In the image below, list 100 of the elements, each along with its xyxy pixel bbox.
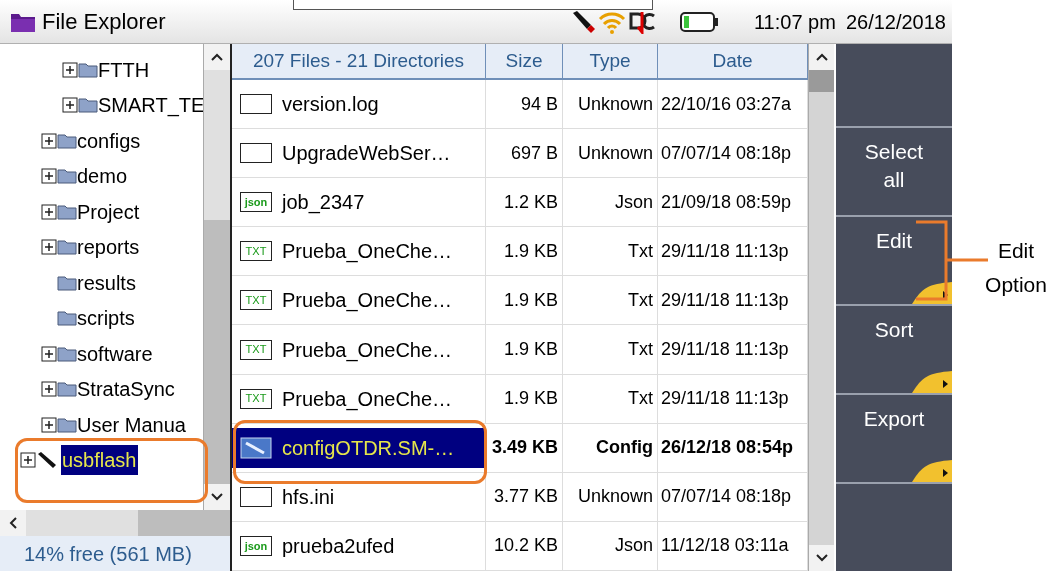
file-row[interactable]: TXT Prueba_OneChe… 1.9 KB Txt 29/11/18 11:13p bbox=[232, 276, 808, 326]
file-type: Unknown bbox=[563, 129, 658, 178]
file-row[interactable]: json job_2347 1.2 KB Json 21/09/18 08:59p bbox=[232, 178, 808, 228]
clock-date: 26/12/2018 bbox=[845, 9, 946, 35]
file-name: Prueba_OneChe… bbox=[282, 288, 453, 314]
horizontal-scrollbar[interactable] bbox=[0, 510, 230, 536]
tree-item[interactable]: scripts bbox=[77, 303, 135, 334]
file-name: job_2347 bbox=[282, 190, 365, 216]
text-file-icon: TXT bbox=[240, 388, 272, 409]
clock-time: 11:07 pm bbox=[754, 9, 836, 35]
usb-stick-icon bbox=[570, 9, 596, 34]
chevron-down-icon bbox=[211, 493, 223, 501]
file-row[interactable]: TXT Prueba_OneChe… 1.9 KB Txt 29/11/18 11:13p bbox=[232, 227, 808, 277]
config-file-icon bbox=[240, 436, 272, 459]
vertical-scrollbar[interactable] bbox=[203, 44, 230, 510]
file-size: 1.2 KB bbox=[486, 178, 563, 227]
file-row[interactable]: json prueba2ufed 10.2 KB Json 11/12/18 03:11a bbox=[232, 521, 808, 571]
file-row[interactable]: TXT Prueba_OneChe… 1.9 KB Txt 29/11/18 11:13p bbox=[232, 325, 808, 375]
folder-icon bbox=[57, 239, 77, 256]
tree-item[interactable]: User Manua bbox=[77, 409, 186, 440]
text-file-icon: TXT bbox=[240, 290, 272, 311]
file-size: 10.2 KB bbox=[486, 521, 563, 570]
battery-icon bbox=[680, 10, 720, 33]
column-header[interactable]: Size bbox=[486, 44, 563, 78]
file-size: 1.9 KB bbox=[486, 227, 563, 276]
file-row[interactable]: UpgradeWebSer… 697 B Unknown 07/07/14 08:18p bbox=[232, 129, 808, 179]
file-row[interactable]: configOTDR.SM-… 3.49 KB Config 26/12/18 08:54p bbox=[232, 423, 808, 473]
scroll-thumb[interactable] bbox=[204, 70, 230, 220]
free-space-label: 14% free (561 MB) bbox=[0, 536, 230, 571]
tree-item[interactable]: StrataSync bbox=[77, 374, 175, 405]
folder-icon bbox=[57, 381, 77, 398]
column-header[interactable]: Type bbox=[563, 44, 658, 78]
folder-icon bbox=[57, 416, 77, 433]
file-size: 3.49 KB bbox=[486, 423, 563, 472]
softkey-button[interactable]: Sort bbox=[836, 306, 952, 395]
scroll-down-button[interactable] bbox=[809, 545, 834, 571]
file-name: version.log bbox=[282, 92, 379, 118]
tree-item[interactable]: results bbox=[77, 267, 136, 298]
column-header[interactable]: 207 Files - 21 Directories bbox=[232, 44, 486, 78]
file-icon bbox=[240, 143, 272, 164]
softkey-button[interactable]: Edit bbox=[836, 217, 952, 306]
chevron-up-icon bbox=[211, 53, 223, 61]
vertical-scrollbar[interactable] bbox=[808, 44, 834, 571]
file-name: Prueba_OneChe… bbox=[282, 337, 453, 364]
file-type: Config bbox=[563, 423, 658, 472]
chevron-left-icon bbox=[9, 517, 17, 529]
scroll-left-button[interactable] bbox=[0, 510, 26, 536]
scroll-thumb[interactable] bbox=[26, 510, 138, 536]
file-type: Json bbox=[563, 178, 658, 227]
scroll-up-button[interactable] bbox=[809, 44, 834, 70]
file-size: 1.9 KB bbox=[486, 276, 563, 325]
file-row[interactable]: version.log 94 B Unknown 22/10/16 03:27a bbox=[232, 80, 808, 130]
softkey-button[interactable]: Export bbox=[836, 395, 952, 484]
folder-icon bbox=[78, 61, 98, 78]
folder-icon bbox=[57, 310, 77, 327]
scroll-down-button[interactable] bbox=[204, 484, 230, 510]
folder-icon bbox=[57, 168, 77, 185]
tree-item[interactable]: Project bbox=[77, 196, 140, 227]
tree-item[interactable]: software bbox=[77, 338, 153, 369]
file-size: 1.9 KB bbox=[486, 374, 563, 423]
file-name: Prueba_OneChe… bbox=[282, 386, 453, 413]
file-type: Unknown bbox=[563, 80, 658, 129]
file-name: Prueba_OneChe… bbox=[282, 239, 453, 265]
folder-icon bbox=[57, 132, 77, 149]
tree-item[interactable]: SMART_TE bbox=[98, 90, 203, 121]
tree-item[interactable]: configs bbox=[77, 125, 141, 156]
folder-icon bbox=[57, 203, 77, 220]
folder-icon bbox=[57, 274, 77, 291]
softkey-button[interactable]: Select all bbox=[836, 128, 952, 217]
callout-label: Edit Option bbox=[984, 238, 1048, 298]
tree-item[interactable]: demo bbox=[77, 161, 128, 192]
file-row[interactable]: TXT Prueba_OneChe… 1.9 KB Txt 29/11/18 11:13p bbox=[232, 374, 808, 424]
file-type: Txt bbox=[563, 325, 658, 374]
file-name: configOTDR.SM-… bbox=[282, 435, 455, 461]
file-type: Txt bbox=[563, 227, 658, 276]
usb-stick-icon bbox=[36, 451, 58, 470]
file-type: Unknown bbox=[563, 472, 658, 521]
folder-icon bbox=[78, 97, 98, 114]
folder-icon bbox=[57, 345, 77, 362]
file-name: prueba2ufed bbox=[282, 533, 395, 559]
file-size: 697 B bbox=[486, 129, 563, 178]
chevron-down-icon bbox=[815, 554, 828, 562]
file-icon bbox=[240, 94, 272, 115]
file-name: hfs.ini bbox=[282, 484, 335, 510]
file-size: 1.9 KB bbox=[486, 325, 563, 374]
tree-item[interactable]: reports bbox=[77, 232, 140, 263]
scroll-thumb[interactable] bbox=[809, 70, 834, 92]
file-type: Json bbox=[563, 521, 658, 570]
file-type: Txt bbox=[563, 374, 658, 423]
file-type: Txt bbox=[563, 276, 658, 325]
json-file-icon: json bbox=[240, 535, 272, 556]
text-file-icon: TXT bbox=[240, 339, 272, 360]
text-file-icon: TXT bbox=[240, 241, 272, 262]
scroll-up-button[interactable] bbox=[204, 44, 230, 70]
file-size: 94 B bbox=[486, 80, 563, 129]
file-name: UpgradeWebSer… bbox=[282, 141, 451, 167]
tree-item[interactable]: FTTH bbox=[98, 54, 150, 85]
window-title: File Explorer bbox=[42, 8, 166, 36]
tree-item[interactable]: usbflash bbox=[61, 445, 138, 476]
file-row[interactable]: hfs.ini 3.77 KB Unknown 07/07/14 08:18p bbox=[232, 472, 808, 522]
